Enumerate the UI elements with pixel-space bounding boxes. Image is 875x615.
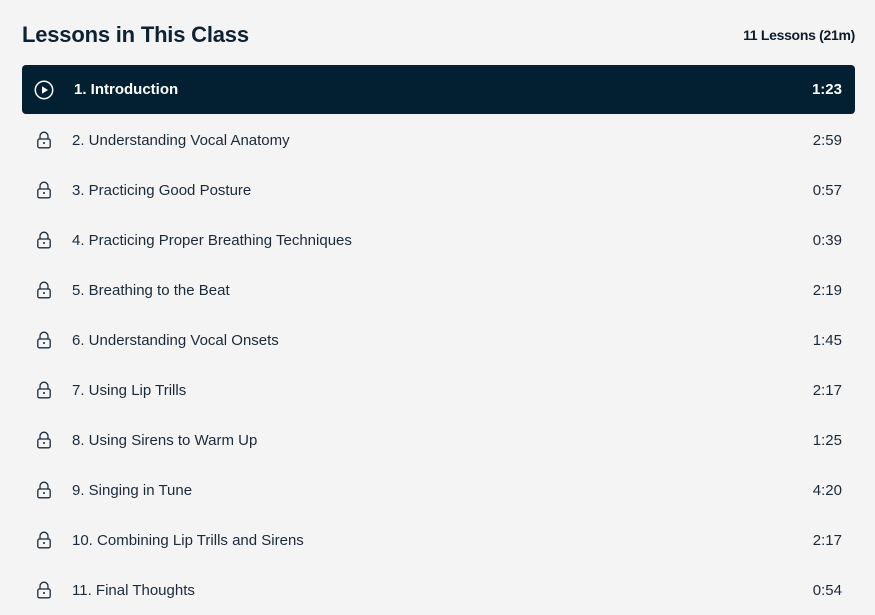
lesson-row-2[interactable]: 2. Understanding Vocal Anatomy 2:59 (22, 115, 855, 165)
lesson-row-10[interactable]: 10. Combining Lip Trills and Sirens 2:17 (22, 515, 855, 565)
lesson-title: 1. Introduction (74, 81, 179, 98)
lesson-title: 11. Final Thoughts (72, 581, 195, 599)
lock-icon (34, 130, 54, 150)
lesson-list: 1. Introduction 1:23 2. Understanding Vo… (22, 65, 855, 615)
lock-icon (34, 330, 54, 350)
lock-icon (34, 530, 54, 550)
lesson-duration: 1:23 (811, 81, 842, 98)
lesson-row-9[interactable]: 9. Singing in Tune 4:20 (22, 465, 855, 515)
lesson-count-summary: 11 Lessons (21m) (743, 27, 855, 43)
lesson-row-6[interactable]: 6. Understanding Vocal Onsets 1:45 (22, 315, 855, 365)
lesson-title: 10. Combining Lip Trills and Sirens (72, 531, 304, 549)
lesson-title: 4. Practicing Proper Breathing Technique… (72, 231, 352, 249)
lock-icon (34, 280, 54, 300)
section-title: Lessons in This Class (22, 22, 249, 47)
play-circle-icon (34, 80, 54, 100)
lesson-duration: 2:59 (812, 131, 842, 149)
lesson-duration: 0:54 (812, 581, 842, 599)
lesson-duration: 4:20 (812, 481, 842, 499)
lesson-row-11[interactable]: 11. Final Thoughts 0:54 (22, 565, 855, 615)
lesson-title: 3. Practicing Good Posture (72, 181, 252, 199)
lesson-duration: 1:25 (812, 431, 842, 449)
lesson-title: 8. Using Sirens to Warm Up (72, 431, 258, 449)
lesson-row-3[interactable]: 3. Practicing Good Posture 0:57 (22, 165, 855, 215)
lock-icon (34, 230, 54, 250)
lesson-duration: 0:39 (812, 231, 842, 249)
lesson-title: 2. Understanding Vocal Anatomy (72, 131, 290, 149)
lesson-row-7[interactable]: 7. Using Lip Trills 2:17 (22, 365, 855, 415)
lesson-title: 7. Using Lip Trills (72, 381, 187, 399)
lesson-duration: 0:57 (812, 181, 842, 199)
lesson-duration: 2:19 (812, 281, 842, 299)
lock-icon (34, 180, 54, 200)
lock-icon (34, 480, 54, 500)
lesson-duration: 1:45 (812, 331, 842, 349)
lesson-row-4[interactable]: 4. Practicing Proper Breathing Technique… (22, 215, 855, 265)
lesson-duration: 2:17 (812, 381, 842, 399)
lesson-title: 9. Singing in Tune (72, 481, 193, 499)
lock-icon (34, 380, 54, 400)
lesson-row-5[interactable]: 5. Breathing to the Beat 2:19 (22, 265, 855, 315)
lessons-header: Lessons in This Class 11 Lessons (21m) (22, 18, 855, 52)
lessons-panel: Lessons in This Class 11 Lessons (21m) 1… (0, 0, 875, 615)
lesson-title: 5. Breathing to the Beat (72, 281, 230, 299)
lock-icon (34, 580, 54, 600)
lock-icon (34, 430, 54, 450)
lesson-row-1[interactable]: 1. Introduction 1:23 (22, 65, 855, 114)
lesson-title: 6. Understanding Vocal Onsets (72, 331, 279, 349)
lesson-duration: 2:17 (812, 531, 842, 549)
lesson-row-8[interactable]: 8. Using Sirens to Warm Up 1:25 (22, 415, 855, 465)
